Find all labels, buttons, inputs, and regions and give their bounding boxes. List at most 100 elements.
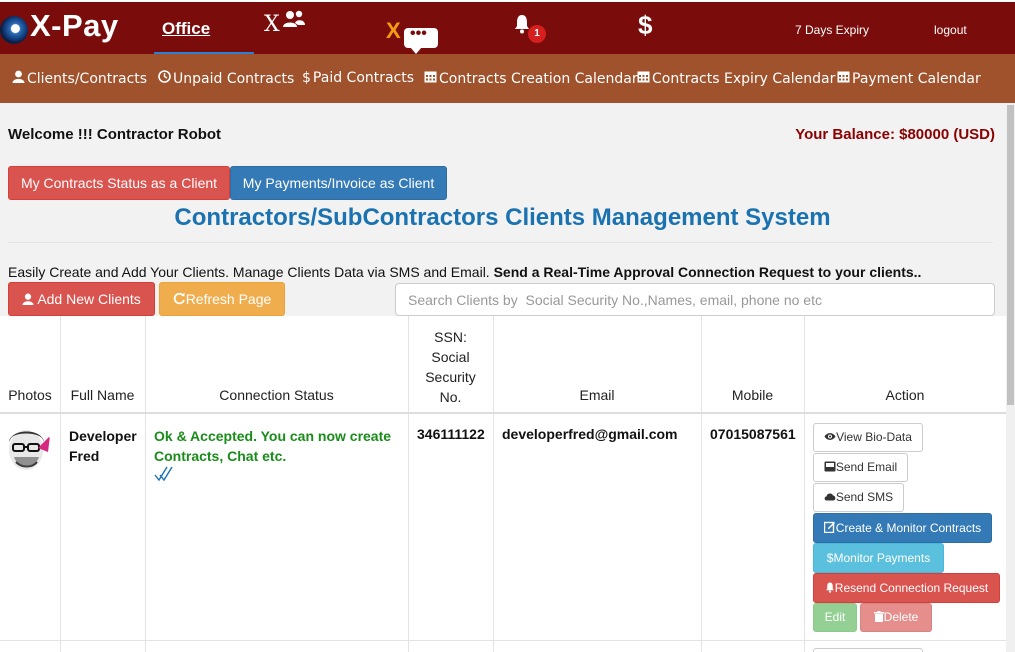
edit-icon	[823, 521, 835, 534]
notification-count-badge: 1	[528, 25, 546, 43]
intro-normal-text: Easily Create and Add Your Clients. Mana…	[8, 264, 490, 280]
column-divider	[145, 316, 146, 652]
header-ssn: SSN: Social Security No.	[408, 327, 493, 407]
status-line: Contracts, Chat etc.	[154, 448, 287, 464]
secondary-navbar: Clients/Contracts Unpaid Contracts $ Paid…	[0, 54, 1015, 103]
view-bio-data-button[interactable]: View Bio-Data	[813, 423, 923, 452]
delete-button[interactable]: Delete	[860, 603, 932, 632]
nav-office-tab[interactable]: Office	[154, 2, 254, 54]
divider	[8, 242, 993, 243]
next-row-view-bio-data-button[interactable]	[813, 648, 923, 652]
subnav-paid-contracts[interactable]: $ Paid Contracts	[302, 70, 414, 86]
header-ssn-line: SSN:	[434, 329, 467, 345]
search-clients-input[interactable]	[395, 283, 995, 316]
create-monitor-contracts-label: Create & Monitor Contracts	[835, 521, 982, 535]
refresh-page-button[interactable]: Refresh Page	[159, 282, 285, 316]
nav-chat-button[interactable]: X	[386, 18, 401, 44]
nav-clients-users-button[interactable]: X	[264, 10, 305, 37]
header-photos: Photos	[8, 387, 52, 403]
client-mobile: 07015087561	[710, 426, 796, 442]
resend-connection-request-label: Resend Connection Request	[834, 581, 989, 595]
eye-icon	[824, 433, 836, 440]
header-action: Action	[885, 387, 925, 403]
clock-icon	[158, 70, 171, 83]
welcome-message: Welcome !!! Contractor Robot	[8, 126, 222, 143]
subnav-label: Clients/Contracts	[27, 71, 148, 87]
monitor-payments-label: Monitor Payments	[833, 551, 931, 565]
column-divider	[804, 316, 805, 652]
edit-button[interactable]: Edit	[813, 603, 857, 632]
account-balance: Your Balance: $80000 (USD)	[795, 126, 995, 143]
send-email-label: Send Email	[835, 460, 898, 474]
row-divider	[0, 640, 1006, 641]
subnav-contracts-expiry-calendar[interactable]: Contracts Expiry Calendar	[637, 70, 835, 87]
logo-globe-icon	[0, 16, 28, 44]
double-check-icon	[154, 466, 173, 482]
refresh-icon	[173, 292, 185, 305]
x-letter: X	[386, 18, 401, 43]
chat-dots: •••	[410, 25, 427, 42]
header-email: Email	[579, 387, 615, 403]
calendar-icon	[637, 71, 650, 83]
header-divider	[0, 412, 1006, 414]
intro-bold-text: Send a Real-Time Approval Connection Req…	[493, 264, 922, 280]
subnav-label: Payment Calendar	[852, 71, 981, 87]
view-bio-data-label: View Bio-Data	[836, 430, 912, 444]
contracts-status-as-client-button[interactable]: My Contracts Status as a Client	[8, 166, 230, 200]
cloud-icon	[824, 493, 836, 501]
client-full-name: Developer Fred	[69, 426, 137, 466]
intro-text: Easily Create and Add Your Clients. Mana…	[8, 264, 921, 280]
refresh-page-label: Refresh Page	[185, 291, 272, 307]
send-email-button[interactable]: Send Email	[813, 453, 908, 482]
system-title: Contractors/SubContractors Clients Manag…	[174, 204, 831, 231]
header-ssn-line: Social	[431, 349, 470, 365]
header-ssn-line: No.	[439, 389, 462, 405]
subnav-label: Unpaid Contracts	[173, 71, 295, 87]
expiry-link[interactable]: 7 Days Expiry	[795, 23, 869, 37]
inbox-icon	[824, 461, 836, 472]
top-navbar: X-Pay Office X X ••• 1 $ 7 Days Expiry l…	[0, 0, 1015, 54]
send-sms-label: Send SMS	[835, 490, 894, 504]
calendar-icon	[424, 71, 437, 83]
delete-label: Delete	[883, 610, 919, 624]
subnav-payment-calendar[interactable]: Payment Calendar	[837, 70, 981, 87]
bell-icon	[825, 582, 834, 593]
x-letter: X	[264, 12, 280, 37]
subnav-label: Paid Contracts	[312, 70, 415, 86]
resend-connection-request-button[interactable]: Resend Connection Request	[813, 573, 1000, 603]
chat-bubble-icon[interactable]: •••	[404, 25, 438, 54]
column-divider	[60, 316, 61, 652]
subnav-contracts-creation-calendar[interactable]: Contracts Creation Calendar	[424, 70, 638, 87]
client-email: developerfred@gmail.com	[502, 426, 678, 442]
add-new-clients-button[interactable]: Add New Clients	[8, 282, 155, 316]
app-logo[interactable]: X-Pay	[30, 8, 119, 44]
scrollbar-thumb[interactable]	[1007, 105, 1014, 405]
avatar-face-image	[2, 424, 52, 472]
header-connection-status: Connection Status	[219, 387, 334, 403]
payments-invoice-as-client-button[interactable]: My Payments/Invoice as Client	[230, 166, 447, 200]
client-ssn: 346111122	[417, 426, 485, 442]
users-icon	[283, 10, 305, 27]
logout-link[interactable]: logout	[934, 23, 967, 37]
send-sms-button[interactable]: Send SMS	[813, 483, 904, 512]
trash-icon	[873, 611, 884, 622]
subnav-label: Contracts Creation Calendar	[439, 71, 638, 87]
dollar-icon: $	[302, 70, 311, 86]
nav-office-label: Office	[162, 19, 211, 38]
add-new-clients-label: Add New Clients	[37, 291, 141, 307]
client-avatar[interactable]	[2, 424, 52, 472]
subnav-unpaid-contracts[interactable]: Unpaid Contracts	[158, 70, 294, 87]
user-icon	[22, 293, 34, 305]
dollar-icon[interactable]: $	[638, 10, 652, 41]
header-mobile: Mobile	[731, 387, 774, 403]
header-ssn-line: Security	[425, 369, 476, 385]
client-first-name: Developer	[69, 428, 137, 444]
header-full-name: Full Name	[70, 387, 135, 403]
create-monitor-contracts-button[interactable]: Create & Monitor Contracts	[813, 513, 992, 543]
status-line: Ok & Accepted. You can now create	[154, 428, 392, 444]
calendar-icon	[837, 71, 850, 83]
client-last-name: Fred	[69, 448, 100, 464]
user-icon	[12, 70, 25, 83]
monitor-payments-button[interactable]: $Monitor Payments	[813, 543, 944, 573]
subnav-clients-contracts[interactable]: Clients/Contracts	[12, 70, 147, 87]
